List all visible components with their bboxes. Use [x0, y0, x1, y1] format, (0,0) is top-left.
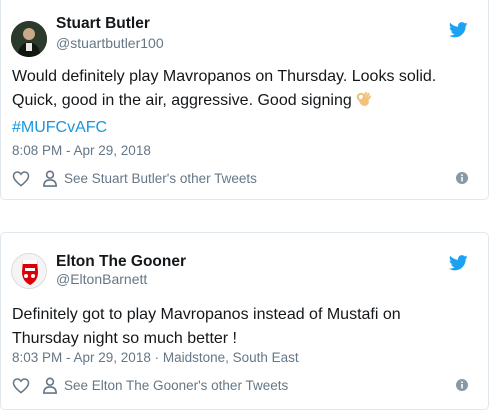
- ok-hand-emoji-icon: [355, 90, 373, 116]
- avatar[interactable]: [11, 253, 47, 289]
- user-handle[interactable]: @EltonBarnett: [56, 271, 147, 287]
- tweet-card[interactable]: Elton The Gooner @EltonBarnett Definitel…: [0, 232, 489, 410]
- tweet-text: Would definitely play Mavropanos on Thur…: [12, 65, 470, 140]
- tweet-actions: See Stuart Butler's other Tweets: [12, 169, 468, 189]
- other-tweets-link[interactable]: See Stuart Butler's other Tweets: [64, 171, 257, 186]
- tweet-card[interactable]: Stuart Butler @stuartbutler100 Would def…: [0, 0, 489, 200]
- tweet-timestamp[interactable]: 8:08 PM - Apr 29, 2018: [12, 143, 151, 158]
- tweet-text-fragment: Quick, good in the air, aggressive. Good…: [12, 92, 352, 109]
- avatar[interactable]: [11, 21, 47, 57]
- display-name[interactable]: Elton The Gooner: [56, 253, 186, 271]
- twitter-bird-icon[interactable]: [449, 255, 468, 271]
- tweet-text-line: Definitely got to play Mavropanos instea…: [12, 306, 401, 323]
- tweet-text: Definitely got to play Mavropanos instea…: [12, 303, 470, 351]
- other-tweets-link[interactable]: See Elton The Gooner's other Tweets: [64, 378, 288, 393]
- hashtag-link[interactable]: #MUFCvAFC: [12, 116, 470, 140]
- heart-icon[interactable]: [12, 170, 30, 187]
- tweet-actions: See Elton The Gooner's other Tweets: [12, 376, 468, 396]
- tweet-text-line: Would definitely play Mavropanos on Thur…: [12, 68, 437, 85]
- info-icon[interactable]: [456, 379, 468, 391]
- heart-icon[interactable]: [12, 377, 30, 394]
- tweet-timestamp[interactable]: 8:03 PM - Apr 29, 2018 · Maidstone, Sout…: [12, 350, 299, 365]
- info-icon[interactable]: [456, 172, 468, 184]
- twitter-bird-icon[interactable]: [449, 22, 468, 38]
- person-icon[interactable]: [42, 377, 58, 394]
- user-handle[interactable]: @stuartbutler100: [56, 35, 164, 51]
- display-name[interactable]: Stuart Butler: [56, 15, 150, 33]
- tweet-text-line: Thursday night so much better !: [12, 330, 237, 347]
- tweet-text-line: Quick, good in the air, aggressive. Good…: [12, 89, 470, 116]
- person-icon[interactable]: [42, 170, 58, 187]
